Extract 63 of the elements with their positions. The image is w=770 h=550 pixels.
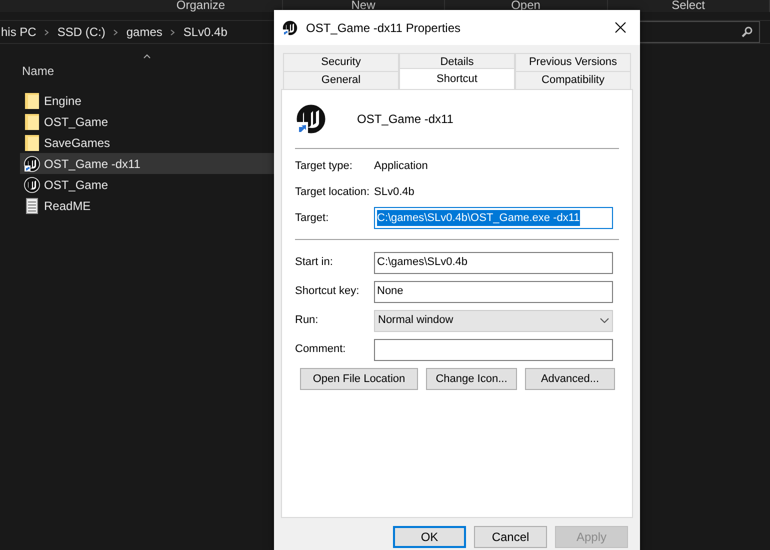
file-row[interactable]: OST_Game [20, 174, 275, 195]
tab[interactable]: Security [283, 53, 399, 71]
file-row[interactable]: OST_Game [20, 111, 275, 132]
chevron-icon [170, 28, 176, 36]
shortcut-name: OST_Game -dx11 [357, 111, 454, 128]
ribbon-group-label: New [351, 0, 376, 12]
tab[interactable]: Shortcut [399, 68, 515, 89]
ribbon-group-label: Organize [176, 0, 226, 12]
sort-caret-icon [143, 54, 151, 59]
ribbon-group-label: Open [511, 0, 540, 12]
field-label: Run: [295, 313, 320, 328]
field-value: Application [374, 158, 428, 174]
file-row[interactable]: SaveGames [20, 132, 275, 153]
folder-icon [25, 92, 39, 108]
file-row[interactable]: Engine [20, 90, 275, 111]
search-icon [741, 26, 753, 38]
file-name: SaveGames [44, 134, 110, 152]
tab[interactable]: Previous Versions [515, 53, 631, 71]
column-header[interactable]: Name [22, 64, 54, 78]
field-label: Target type: [295, 158, 354, 174]
breadcrumb-item[interactable]: his PC [1, 23, 36, 41]
dialog-button[interactable]: OK [393, 526, 466, 548]
field-label: Target: [295, 210, 330, 226]
shortcut-app-icon [295, 103, 327, 135]
file-name: Engine [44, 92, 82, 110]
ribbon-group-label: Select [672, 0, 705, 12]
run-dropdown[interactable]: Normal window [374, 310, 613, 332]
file-row[interactable]: ReadME [20, 195, 275, 216]
document-icon [26, 198, 38, 214]
action-button[interactable]: Change Icon... [426, 368, 517, 390]
file-name: OST_Game [44, 176, 108, 194]
dialog-button[interactable]: Cancel [474, 526, 547, 548]
shortcut-icon [24, 156, 40, 172]
field-value: SLv0.4b [374, 184, 414, 200]
app-icon [24, 176, 40, 192]
window-title: OST_Game -dx11 Properties [306, 20, 461, 36]
chevron-icon [44, 28, 50, 36]
text-field[interactable] [374, 338, 613, 360]
close-icon [614, 22, 626, 33]
folder-icon [25, 134, 39, 150]
selected-text: C:\games\SLv0.4b\OST_Game.exe -dx11 [377, 210, 580, 226]
field-label: Start in: [295, 255, 334, 270]
tab[interactable]: Compatibility [515, 71, 631, 89]
text-field[interactable]: None [374, 280, 613, 302]
chevron-icon [113, 28, 118, 36]
field-label: Shortcut key: [295, 284, 360, 300]
folder-icon [25, 114, 39, 130]
breadcrumb-item[interactable]: games [126, 23, 162, 41]
file-name: OST_Game -dx11 [44, 156, 140, 172]
breadcrumb-item[interactable]: SLv0.4b [183, 23, 228, 41]
file-name: ReadME [44, 198, 91, 214]
action-button[interactable]: Advanced... [525, 368, 615, 390]
action-button[interactable]: Open File Location [300, 368, 418, 390]
app-shortcut-icon [282, 20, 298, 36]
target-field[interactable]: C:\games\SLv0.4b\OST_Game.exe -dx11 [374, 207, 613, 229]
chevron-down-icon [600, 318, 609, 323]
file-name: OST_Game [44, 114, 108, 130]
field-label: Comment: [295, 342, 347, 358]
file-row[interactable]: OST_Game -dx11 [20, 153, 275, 174]
breadcrumb-item[interactable]: SSD (C:) [57, 23, 106, 41]
tab[interactable]: General [283, 71, 399, 89]
field-label: Target location: [295, 184, 371, 200]
text-field[interactable]: C:\games\SLv0.4b [374, 252, 613, 274]
